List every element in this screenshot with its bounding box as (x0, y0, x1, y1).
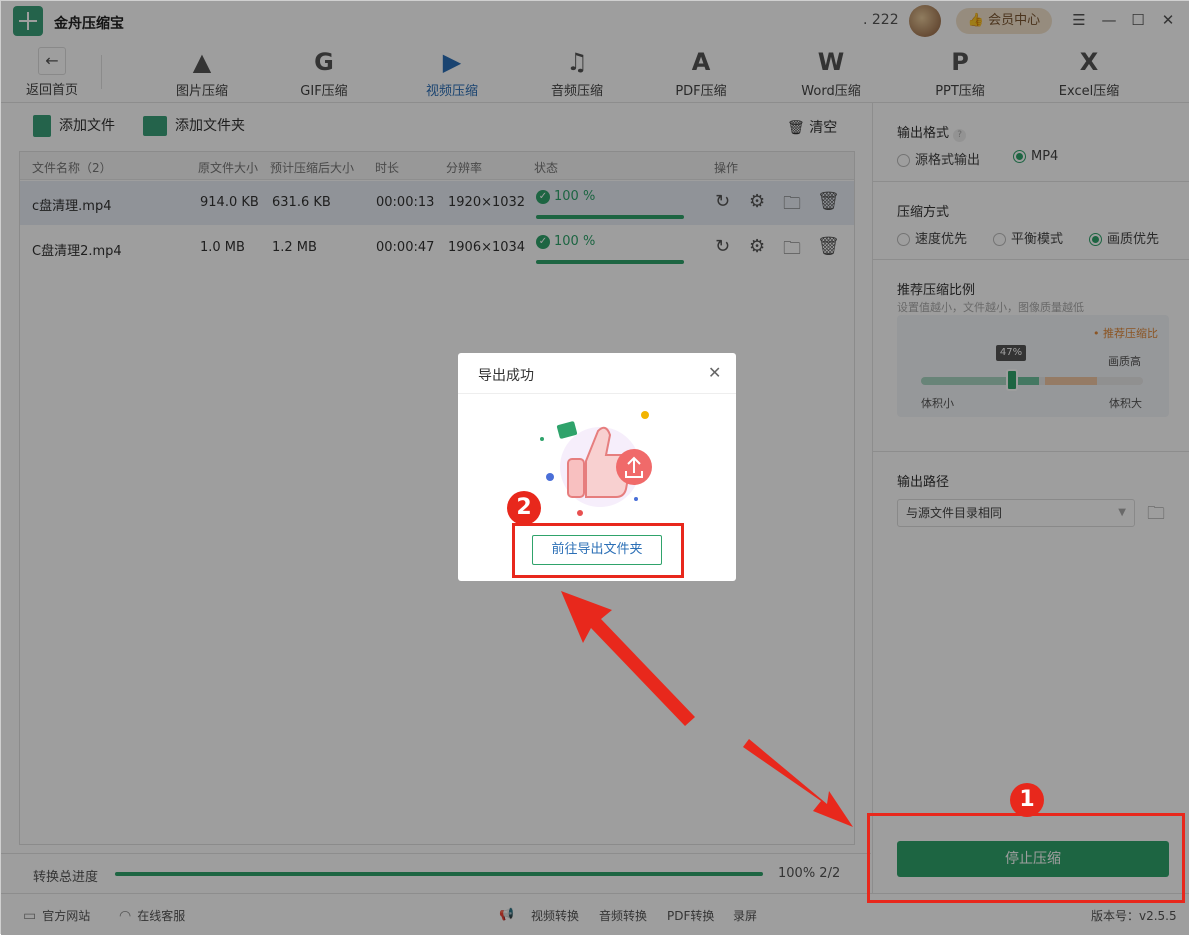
app-window: 金舟压缩宝 . 222 👍 会员中心 ☰ — ☐ ✕ ← 返回首页 ▲ 图片压缩… (0, 0, 1189, 935)
arrow-to-stop (743, 739, 853, 827)
annotation-arrows (561, 591, 853, 827)
arrow-to-dialog (561, 591, 695, 726)
